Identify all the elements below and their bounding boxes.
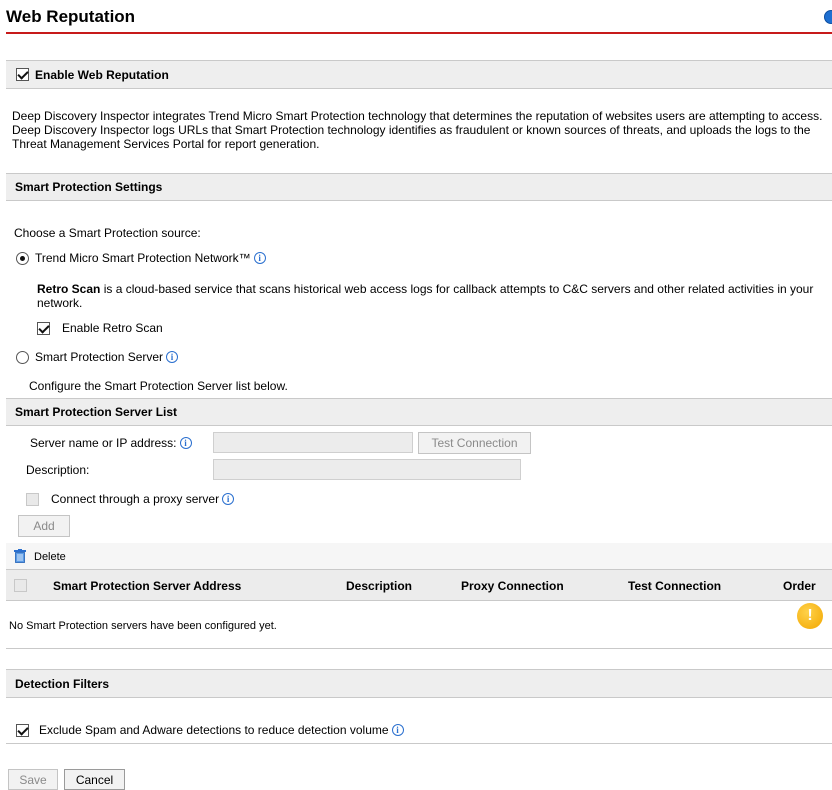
info-icon[interactable]: i xyxy=(222,493,235,505)
col-test-connection[interactable]: Test Connection xyxy=(628,579,721,593)
retro-scan-text: is a cloud-based service that scans hist… xyxy=(37,282,814,310)
description-label: Description: xyxy=(26,463,90,477)
smart-protection-settings-title: Smart Protection Settings xyxy=(15,180,163,194)
server-table-header: Smart Protection Server Address Descript… xyxy=(6,569,832,601)
server-list-header: Smart Protection Server List xyxy=(6,398,832,426)
smart-protection-network-label: Trend Micro Smart Protection Network™ xyxy=(35,251,251,265)
smart-protection-server-label: Smart Protection Server xyxy=(35,350,164,364)
title-divider xyxy=(6,32,832,34)
option-smart-protection-network[interactable]: Trend Micro Smart Protection Network™ i xyxy=(16,251,266,265)
cancel-button[interactable]: Cancel xyxy=(64,769,125,790)
enable-retro-scan-option[interactable]: Enable Retro Scan xyxy=(37,321,163,335)
description-input[interactable] xyxy=(213,459,521,480)
select-all-checkbox[interactable] xyxy=(14,579,27,592)
smart-protection-network-radio[interactable] xyxy=(16,251,29,265)
server-name-label-row: Server name or IP address: i xyxy=(30,436,192,450)
empty-table-message: No Smart Protection servers have been co… xyxy=(9,620,277,632)
enable-retro-scan-label: Enable Retro Scan xyxy=(62,321,163,335)
col-server-address[interactable]: Smart Protection Server Address xyxy=(53,579,241,593)
col-description[interactable]: Description xyxy=(346,579,412,593)
col-order[interactable]: Order xyxy=(783,579,816,593)
enable-web-reputation-checkbox[interactable] xyxy=(16,68,29,81)
form-bottom-divider xyxy=(6,743,832,744)
web-reputation-description: Deep Discovery Inspector integrates Tren… xyxy=(12,109,823,151)
add-button[interactable]: Add xyxy=(18,515,70,537)
enable-retro-scan-checkbox[interactable] xyxy=(37,321,50,335)
info-icon[interactable]: i xyxy=(253,252,266,264)
exclude-spam-option[interactable]: Exclude Spam and Adware detections to re… xyxy=(16,723,404,737)
warning-icon: ! xyxy=(797,603,823,629)
page-title: Web Reputation xyxy=(6,7,136,26)
retro-scan-description: Retro Scan is a cloud-based service that… xyxy=(37,282,827,310)
proxy-label: Connect through a proxy server xyxy=(51,492,220,506)
enable-web-reputation-label: Enable Web Reputation xyxy=(35,67,169,82)
server-name-input[interactable] xyxy=(213,432,413,453)
choose-source-label: Choose a Smart Protection source: xyxy=(14,226,201,240)
info-icon[interactable]: i xyxy=(391,724,404,736)
server-list-title: Smart Protection Server List xyxy=(15,405,178,419)
detection-filters-header: Detection Filters xyxy=(6,669,832,698)
trash-icon[interactable] xyxy=(14,549,26,563)
server-name-label: Server name or IP address: xyxy=(30,436,177,450)
info-icon[interactable]: i xyxy=(179,437,192,449)
detection-filters-title: Detection Filters xyxy=(15,676,110,691)
delete-button[interactable]: Delete xyxy=(34,550,66,564)
info-icon[interactable]: i xyxy=(166,351,179,363)
enable-web-reputation-bar: Enable Web Reputation xyxy=(6,60,832,89)
exclude-spam-label: Exclude Spam and Adware detections to re… xyxy=(39,723,389,737)
table-toolbar xyxy=(6,543,832,569)
help-icon[interactable] xyxy=(824,10,832,24)
smart-protection-server-radio[interactable] xyxy=(16,350,29,364)
server-list-note: Configure the Smart Protection Server li… xyxy=(29,379,288,393)
exclude-spam-checkbox[interactable] xyxy=(16,723,29,737)
proxy-checkbox[interactable] xyxy=(26,492,39,506)
retro-scan-title: Retro Scan xyxy=(37,282,101,296)
proxy-option[interactable]: Connect through a proxy server i xyxy=(26,492,235,506)
smart-protection-settings-header: Smart Protection Settings xyxy=(6,173,832,201)
save-button[interactable]: Save xyxy=(8,769,58,790)
test-connection-button[interactable]: Test Connection xyxy=(418,432,531,454)
table-bottom-divider xyxy=(6,648,832,649)
option-smart-protection-server[interactable]: Smart Protection Server i xyxy=(16,350,179,364)
col-proxy-connection[interactable]: Proxy Connection xyxy=(461,579,564,593)
